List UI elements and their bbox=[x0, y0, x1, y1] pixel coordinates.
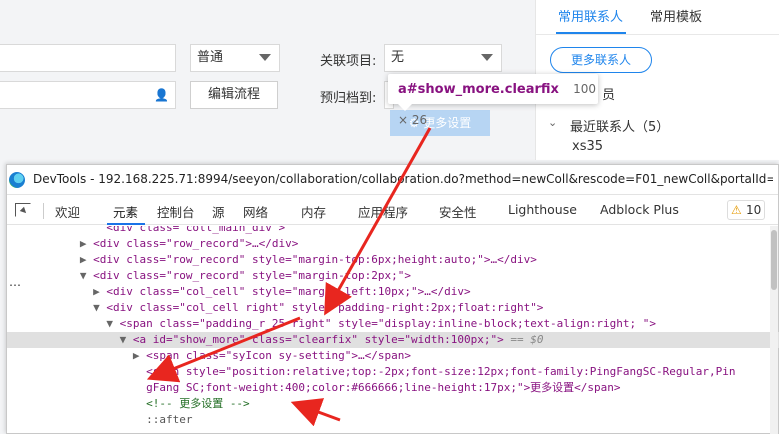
active-tab-indicator bbox=[107, 223, 145, 225]
tab-application[interactable]: 应用程序 bbox=[358, 202, 408, 221]
expand-triangle-icon[interactable]: ▶ bbox=[93, 285, 100, 298]
dom-pseudo[interactable]: ::after bbox=[7, 412, 779, 428]
pre-archive-label: 预归档到: bbox=[320, 91, 377, 106]
tab-welcome[interactable]: 欢迎 bbox=[55, 202, 80, 221]
expand-triangle-icon[interactable]: ▶ bbox=[80, 253, 87, 266]
collapse-triangle-icon[interactable]: ▼ bbox=[93, 301, 100, 314]
more-actions-icon[interactable]: … bbox=[9, 275, 21, 289]
linked-project-label: 关联项目: bbox=[320, 54, 377, 69]
divider bbox=[43, 203, 44, 219]
tab-frequent-templates[interactable]: 常用模板 bbox=[650, 6, 702, 25]
warning-badge[interactable]: 10 bbox=[727, 200, 765, 220]
inspect-element-icon[interactable] bbox=[15, 203, 31, 217]
dom-node[interactable]: ▶ <div class="row_record">…</div> bbox=[7, 236, 779, 252]
type-select-value: 普通 bbox=[197, 50, 224, 65]
dom-node[interactable]: ▼ <span class="padding_r_25 right" style… bbox=[7, 316, 779, 332]
chevron-down-icon bbox=[259, 54, 271, 61]
tab-network[interactable]: 网络 bbox=[243, 202, 268, 221]
devtools-titlebar: DevTools - 192.168.225.71:8994/seeyon/co… bbox=[7, 165, 778, 195]
tab-adblock-plus[interactable]: Adblock Plus bbox=[600, 202, 679, 217]
dom-node[interactable]: ▼ <div class="col_cell right" style="pad… bbox=[7, 300, 779, 316]
dom-node[interactable]: ▶ <div class="row_record" style="margin-… bbox=[7, 252, 779, 268]
dom-node[interactable]: ▼ <div class="row_record" style="margin-… bbox=[7, 268, 779, 284]
expand-triangle-icon[interactable]: ▶ bbox=[133, 349, 140, 362]
expand-triangle-icon[interactable]: ▶ bbox=[80, 237, 87, 250]
collapse-triangle-icon[interactable]: ▼ bbox=[120, 333, 127, 346]
recipient-input[interactable]: 👤 bbox=[0, 81, 176, 109]
linked-project-select[interactable]: 无 bbox=[384, 44, 502, 72]
dom-node[interactable]: <span style="position:relative;top:-2px;… bbox=[7, 364, 779, 380]
tooltip-arrow bbox=[398, 104, 412, 111]
type-select[interactable]: 普通 bbox=[190, 44, 280, 72]
collapse-triangle-icon[interactable]: ▼ bbox=[106, 317, 113, 330]
dom-tree: <div class="coll_main_div"> ▶ <div class… bbox=[7, 226, 779, 434]
dom-node[interactable]: ▶ <span class="syIcon sy-setting">…</spa… bbox=[7, 348, 779, 364]
edge-logo-icon bbox=[9, 172, 25, 188]
tab-console[interactable]: 控制台 bbox=[157, 202, 195, 221]
recent-contacts-heading[interactable]: 最近联系人（5） bbox=[570, 116, 669, 135]
contact-item[interactable]: xs35 bbox=[572, 139, 603, 154]
devtools-title: DevTools - 192.168.225.71:8994/seeyon/co… bbox=[33, 172, 773, 186]
tab-memory[interactable]: 内存 bbox=[301, 202, 326, 221]
tab-lighthouse[interactable]: Lighthouse bbox=[508, 202, 577, 217]
inspect-tooltip: a#show_more.clearfix 100 × 26 bbox=[388, 74, 598, 127]
dom-comment[interactable]: <!-- 更多设置 --> bbox=[7, 396, 779, 412]
divider bbox=[536, 34, 779, 35]
more-contacts-button[interactable]: 更多联系人 bbox=[550, 47, 652, 73]
tab-elements[interactable]: 元素 bbox=[113, 202, 138, 221]
edit-flow-button[interactable]: 编辑流程 bbox=[190, 81, 278, 109]
tooltip-selector: a#show_more.clearfix bbox=[398, 82, 559, 97]
tab-frequent-contacts[interactable]: 常用联系人 bbox=[558, 6, 623, 25]
tab-sources[interactable]: 源 bbox=[212, 202, 225, 221]
dom-node-selected[interactable]: ▼ <a id="show_more" class="clearfix" sty… bbox=[7, 332, 779, 348]
tab-security[interactable]: 安全性 bbox=[439, 202, 477, 221]
devtools-toolbar: 欢迎 元素 控制台 源 网络 内存 应用程序 安全性 Lighthouse Ad… bbox=[7, 195, 778, 225]
text-input[interactable] bbox=[0, 44, 176, 72]
dom-node[interactable]: ▶ <div class="col_cell" style="margin-le… bbox=[7, 284, 779, 300]
user-icon[interactable]: 👤 bbox=[154, 88, 169, 102]
dom-node[interactable]: gFang SC;font-weight:400;color:#666666;l… bbox=[7, 380, 779, 396]
chevron-down-icon[interactable]: ⌄ bbox=[548, 116, 557, 129]
linked-project-value: 无 bbox=[391, 50, 405, 65]
collapse-triangle-icon[interactable]: ▼ bbox=[80, 269, 87, 282]
dom-node[interactable]: <div class="coll_main_div"> bbox=[7, 226, 779, 236]
contact-group-partial: 员 bbox=[602, 88, 616, 103]
dom-scrollbar[interactable] bbox=[770, 226, 778, 434]
more-settings-label: 更多设置 bbox=[423, 116, 472, 130]
chevron-down-icon bbox=[481, 54, 493, 61]
devtools-window: DevTools - 192.168.225.71:8994/seeyon/co… bbox=[6, 164, 779, 434]
warning-count: 10 bbox=[746, 203, 762, 217]
